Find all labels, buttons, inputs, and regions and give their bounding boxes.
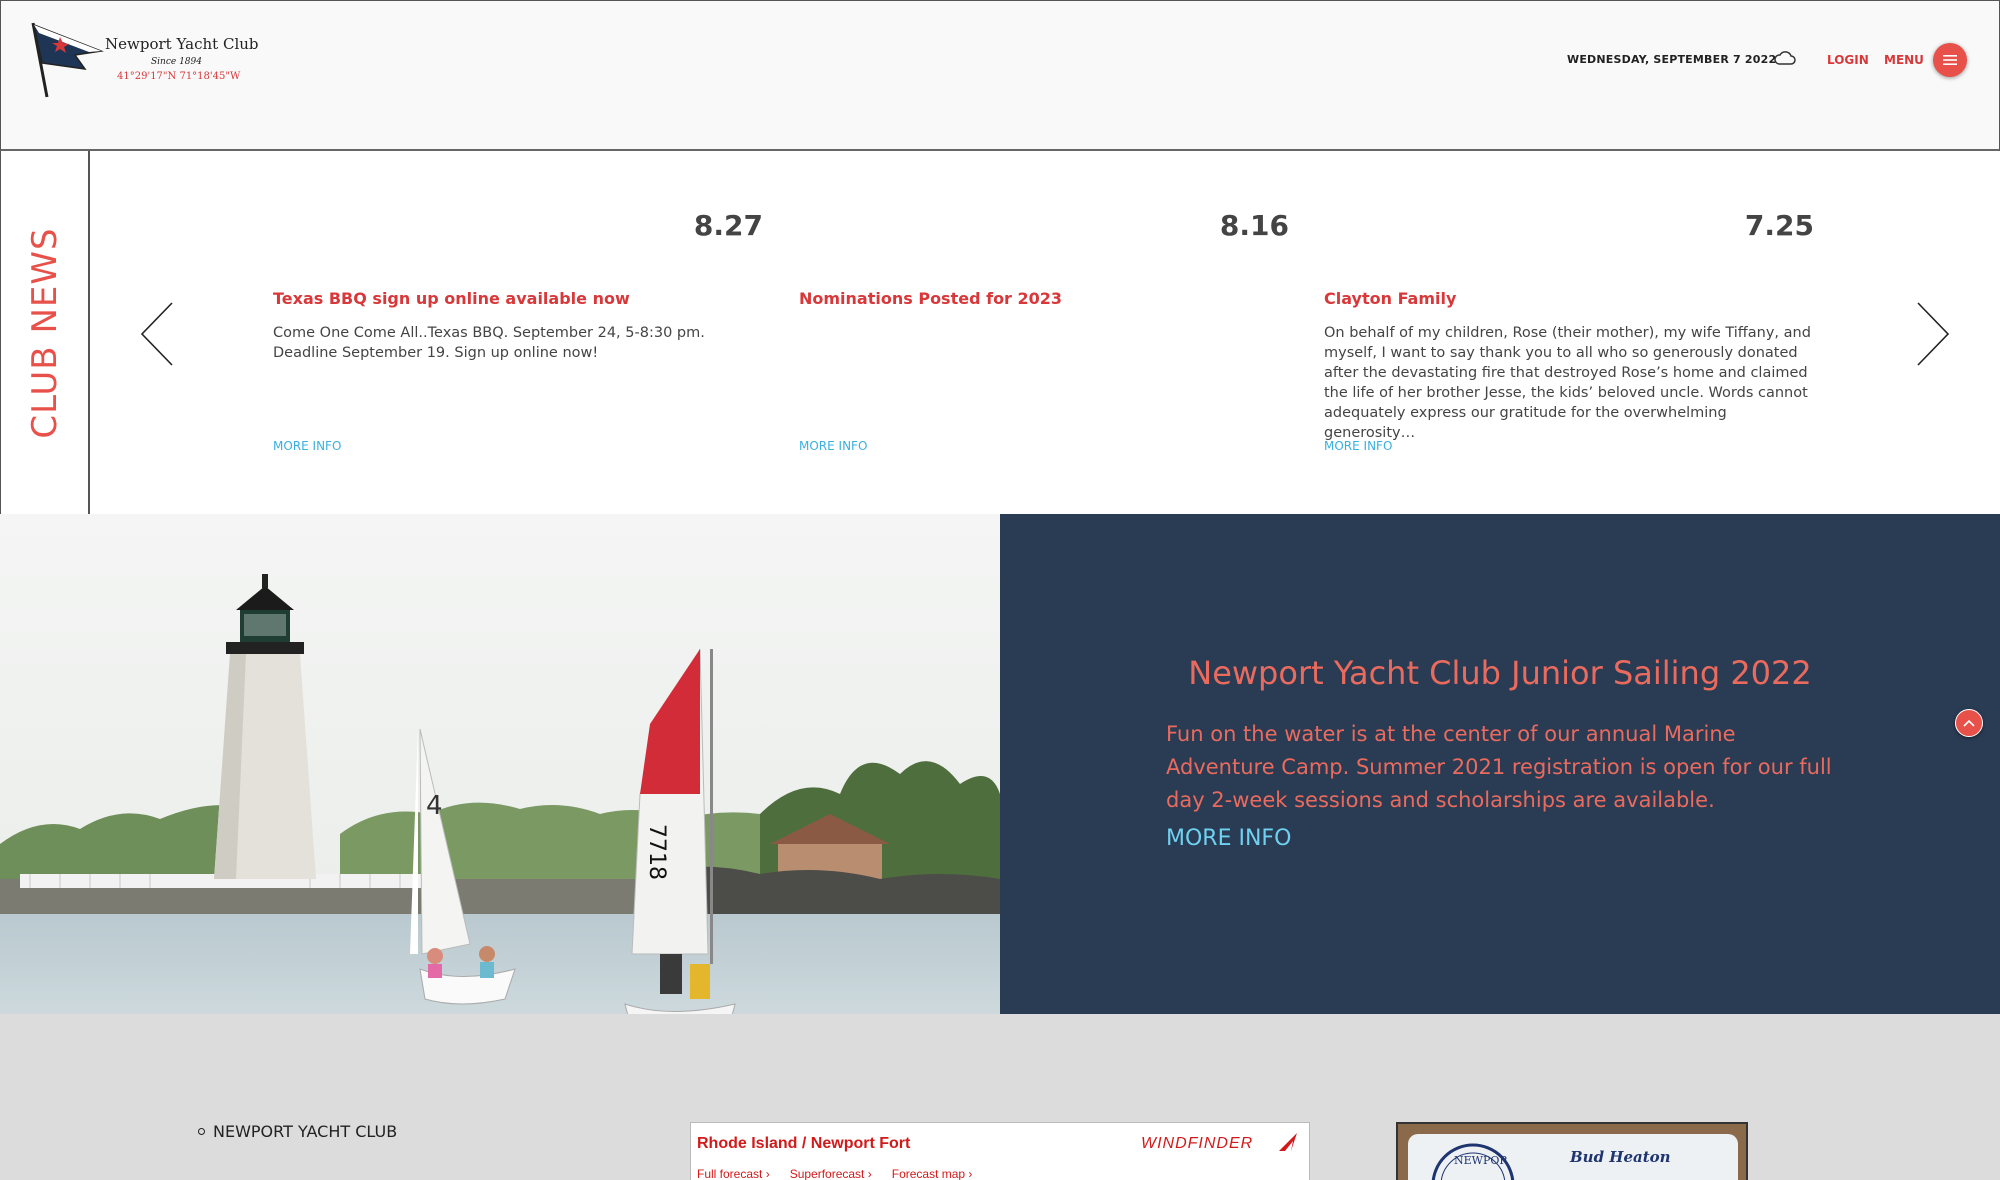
- news-title[interactable]: Clayton Family: [1324, 289, 1456, 308]
- sponsor-card-inner: NEWPOR Bud Heaton: [1408, 1134, 1738, 1180]
- footer-club-link[interactable]: NEWPORT YACHT CLUB: [198, 1122, 397, 1141]
- site-footer: NEWPORT YACHT CLUB Rhode Island / Newpor…: [0, 1014, 2000, 1180]
- seal-icon: NEWPOR: [1431, 1143, 1515, 1180]
- news-date: 7.25: [1744, 209, 1814, 242]
- hero-panel: Newport Yacht Club Junior Sailing 2022 F…: [1000, 514, 2000, 1014]
- club-news-sidebar: CLUB NEWS: [0, 151, 90, 514]
- logo-coordinates: 41°29'17"N 71°18'45"W: [117, 71, 241, 82]
- club-news-section: CLUB NEWS 8.27 Texas BBQ sign up online …: [0, 151, 2000, 514]
- chevron-right-icon[interactable]: [1912, 299, 1952, 369]
- news-item: 7.25 Clayton Family On behalf of my chil…: [1324, 151, 1814, 514]
- windfinder-brand: WINDFINDER: [1141, 1135, 1254, 1152]
- bullet-icon: [198, 1128, 205, 1135]
- news-date: 8.27: [693, 209, 763, 242]
- chevron-left-icon[interactable]: [138, 299, 178, 369]
- burgee-flag-icon: [31, 22, 104, 98]
- footer-club-label: NEWPORT YACHT CLUB: [213, 1122, 398, 1141]
- sponsor-card[interactable]: NEWPOR Bud Heaton: [1396, 1122, 1748, 1180]
- logo-club-name: Newport Yacht Club: [105, 35, 259, 53]
- logo-since: Since 1894: [151, 57, 202, 67]
- hero-photo: 4 7718: [0, 514, 1000, 1014]
- windfinder-widget[interactable]: Rhode Island / Newport Fort WINDFINDER F…: [690, 1122, 1310, 1180]
- club-logo[interactable]: Newport Yacht Club Since 1894 41°29'17"N…: [29, 21, 269, 101]
- seal-text: NEWPOR: [1454, 1154, 1508, 1167]
- news-title[interactable]: Texas BBQ sign up online available now: [273, 289, 630, 308]
- cloud-icon: [1774, 51, 1796, 65]
- windfinder-links: Full forecast › Superforecast › Forecast…: [697, 1167, 972, 1180]
- sponsor-name: Bud Heaton: [1570, 1148, 1671, 1166]
- news-date: 8.16: [1219, 209, 1289, 242]
- news-excerpt: Come One Come All..Texas BBQ. September …: [273, 325, 705, 361]
- news-more-info-link[interactable]: MORE INFO: [799, 439, 867, 453]
- news-title[interactable]: Nominations Posted for 2023: [799, 289, 1062, 308]
- sail-number: 4: [426, 791, 443, 821]
- windfinder-forecast-map-link[interactable]: Forecast map ›: [892, 1167, 973, 1180]
- scroll-to-top-button[interactable]: [1955, 709, 1983, 737]
- lighthouse-sailing-photo: 4 7718: [0, 514, 1000, 1014]
- windfinder-logo-icon: [1279, 1133, 1297, 1151]
- news-more-info-link[interactable]: MORE INFO: [273, 439, 341, 453]
- windfinder-location: Rhode Island / Newport Fort: [697, 1135, 911, 1152]
- menu-button[interactable]: [1933, 43, 1967, 77]
- hamburger-icon: [1943, 55, 1957, 65]
- news-item: 8.27 Texas BBQ sign up online available …: [273, 151, 763, 514]
- hero-description: Fun on the water is at the center of our…: [1166, 722, 1832, 812]
- windfinder-full-forecast-link[interactable]: Full forecast ›: [697, 1167, 770, 1180]
- hero-more-info-link[interactable]: MORE INFO: [1166, 826, 1291, 851]
- login-link[interactable]: LOGIN: [1827, 53, 1869, 67]
- windfinder-superforecast-link[interactable]: Superforecast ›: [790, 1167, 872, 1180]
- news-more-info-link[interactable]: MORE INFO: [1324, 439, 1392, 453]
- site-header: Newport Yacht Club Since 1894 41°29'17"N…: [0, 0, 2000, 151]
- chevron-up-icon: [1963, 719, 1975, 727]
- news-excerpt: On behalf of my children, Rose (their mo…: [1324, 325, 1811, 441]
- club-news-label: CLUB NEWS: [25, 227, 65, 439]
- sail-number: 7718: [644, 824, 669, 880]
- news-item: 8.16 Nominations Posted for 2023 MORE IN…: [799, 151, 1289, 514]
- current-date: WEDNESDAY, SEPTEMBER 7 2022: [1567, 53, 1777, 66]
- menu-link[interactable]: MENU: [1884, 53, 1924, 67]
- hero-title: Newport Yacht Club Junior Sailing 2022: [1188, 654, 1812, 692]
